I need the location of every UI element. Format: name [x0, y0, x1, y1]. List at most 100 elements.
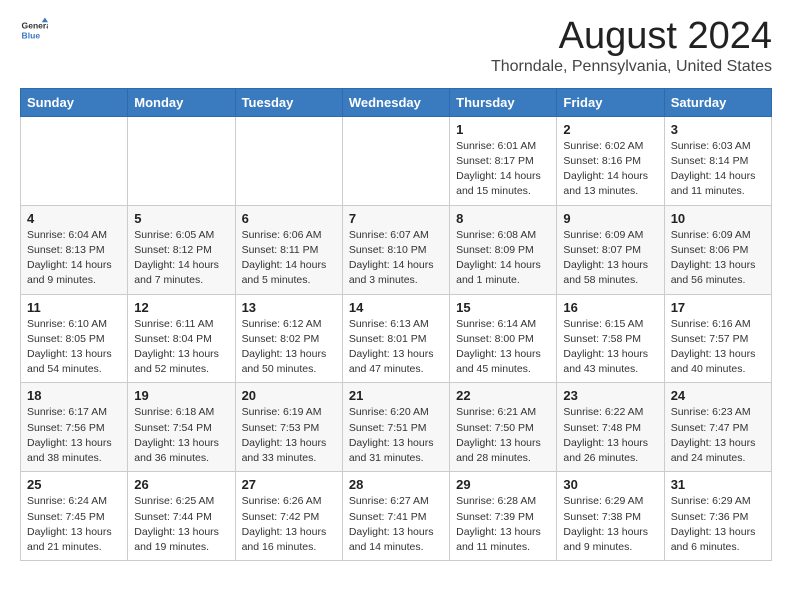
cell-content: Sunrise: 6:18 AMSunset: 7:54 PMDaylight:…: [134, 405, 228, 466]
day-number: 11: [27, 300, 121, 315]
calendar-cell: 14 Sunrise: 6:13 AMSunset: 8:01 PMDayligh…: [342, 294, 449, 383]
cell-content: Sunrise: 6:06 AMSunset: 8:11 PMDaylight:…: [242, 228, 336, 289]
calendar-cell: 24 Sunrise: 6:23 AMSunset: 7:47 PMDayligh…: [664, 383, 771, 472]
subtitle: Thorndale, Pennsylvania, United States: [491, 58, 772, 76]
day-number: 3: [671, 122, 765, 137]
calendar-cell: [21, 116, 128, 205]
day-number: 15: [456, 300, 550, 315]
day-number: 25: [27, 477, 121, 492]
header-day-wednesday: Wednesday: [342, 88, 449, 116]
header-day-friday: Friday: [557, 88, 664, 116]
day-number: 19: [134, 388, 228, 403]
main-title: August 2024: [491, 16, 772, 58]
calendar-cell: 18 Sunrise: 6:17 AMSunset: 7:56 PMDayligh…: [21, 383, 128, 472]
day-number: 13: [242, 300, 336, 315]
cell-content: Sunrise: 6:11 AMSunset: 8:04 PMDaylight:…: [134, 317, 228, 378]
logo-icon: General Blue: [20, 16, 48, 44]
calendar-cell: 28 Sunrise: 6:27 AMSunset: 7:41 PMDayligh…: [342, 472, 449, 561]
day-number: 17: [671, 300, 765, 315]
cell-content: Sunrise: 6:10 AMSunset: 8:05 PMDaylight:…: [27, 317, 121, 378]
day-number: 18: [27, 388, 121, 403]
calendar-body: 1Sunrise: 6:01 AMSunset: 8:17 PMDaylight…: [21, 116, 772, 560]
calendar-cell: 3 Sunrise: 6:03 AMSunset: 8:14 PMDaylight…: [664, 116, 771, 205]
calendar-cell: 27Sunrise: 6:26 AMSunset: 7:42 PMDayligh…: [235, 472, 342, 561]
day-number: 10: [671, 211, 765, 226]
week-row-4: 18 Sunrise: 6:17 AMSunset: 7:56 PMDayligh…: [21, 383, 772, 472]
day-number: 2: [563, 122, 657, 137]
calendar-cell: 13 Sunrise: 6:12 AMSunset: 8:02 PMDayligh…: [235, 294, 342, 383]
calendar-cell: 16Sunrise: 6:15 AMSunset: 7:58 PMDayligh…: [557, 294, 664, 383]
cell-content: Sunrise: 6:25 AMSunset: 7:44 PMDaylight:…: [134, 494, 228, 555]
calendar-cell: 7 Sunrise: 6:07 AMSunset: 8:10 PMDaylight…: [342, 205, 449, 294]
cell-content: Sunrise: 6:12 AMSunset: 8:02 PMDaylight:…: [242, 317, 336, 378]
day-number: 22: [456, 388, 550, 403]
calendar-cell: 23 Sunrise: 6:22 AMSunset: 7:48 PMDayligh…: [557, 383, 664, 472]
calendar-cell: [128, 116, 235, 205]
cell-content: Sunrise: 6:15 AMSunset: 7:58 PMDaylight:…: [563, 317, 657, 378]
calendar-cell: 10 Sunrise: 6:09 AMSunset: 8:06 PMDayligh…: [664, 205, 771, 294]
cell-content: Sunrise: 6:20 AMSunset: 7:51 PMDaylight:…: [349, 405, 443, 466]
cell-content: Sunrise: 6:07 AMSunset: 8:10 PMDaylight:…: [349, 228, 443, 289]
week-row-3: 11 Sunrise: 6:10 AMSunset: 8:05 PMDayligh…: [21, 294, 772, 383]
calendar-cell: 11 Sunrise: 6:10 AMSunset: 8:05 PMDayligh…: [21, 294, 128, 383]
day-number: 1: [456, 122, 550, 137]
calendar-header: SundayMondayTuesdayWednesdayThursdayFrid…: [21, 88, 772, 116]
cell-content: Sunrise: 6:05 AMSunset: 8:12 PMDaylight:…: [134, 228, 228, 289]
cell-content: Sunrise: 6:09 AMSunset: 8:06 PMDaylight:…: [671, 228, 765, 289]
day-number: 26: [134, 477, 228, 492]
calendar-table: SundayMondayTuesdayWednesdayThursdayFrid…: [20, 88, 772, 561]
cell-content: Sunrise: 6:21 AMSunset: 7:50 PMDaylight:…: [456, 405, 550, 466]
day-number: 5: [134, 211, 228, 226]
calendar-cell: 20Sunrise: 6:19 AMSunset: 7:53 PMDayligh…: [235, 383, 342, 472]
day-number: 14: [349, 300, 443, 315]
cell-content: Sunrise: 6:17 AMSunset: 7:56 PMDaylight:…: [27, 405, 121, 466]
cell-content: Sunrise: 6:16 AMSunset: 7:57 PMDaylight:…: [671, 317, 765, 378]
calendar-cell: 15Sunrise: 6:14 AMSunset: 8:00 PMDayligh…: [450, 294, 557, 383]
cell-content: Sunrise: 6:13 AMSunset: 8:01 PMDaylight:…: [349, 317, 443, 378]
svg-text:Blue: Blue: [22, 31, 41, 41]
cell-content: Sunrise: 6:24 AMSunset: 7:45 PMDaylight:…: [27, 494, 121, 555]
week-row-5: 25 Sunrise: 6:24 AMSunset: 7:45 PMDayligh…: [21, 472, 772, 561]
header-day-sunday: Sunday: [21, 88, 128, 116]
calendar-cell: 21Sunrise: 6:20 AMSunset: 7:51 PMDayligh…: [342, 383, 449, 472]
cell-content: Sunrise: 6:19 AMSunset: 7:53 PMDaylight:…: [242, 405, 336, 466]
cell-content: Sunrise: 6:23 AMSunset: 7:47 PMDaylight:…: [671, 405, 765, 466]
day-number: 30: [563, 477, 657, 492]
calendar-cell: 19 Sunrise: 6:18 AMSunset: 7:54 PMDayligh…: [128, 383, 235, 472]
calendar-cell: 12 Sunrise: 6:11 AMSunset: 8:04 PMDayligh…: [128, 294, 235, 383]
calendar-cell: 2Sunrise: 6:02 AMSunset: 8:16 PMDaylight…: [557, 116, 664, 205]
day-number: 23: [563, 388, 657, 403]
calendar-cell: 30 Sunrise: 6:29 AMSunset: 7:38 PMDayligh…: [557, 472, 664, 561]
cell-content: Sunrise: 6:29 AMSunset: 7:36 PMDaylight:…: [671, 494, 765, 555]
calendar-cell: 5 Sunrise: 6:05 AMSunset: 8:12 PMDaylight…: [128, 205, 235, 294]
header: General Blue August 2024 Thorndale, Penn…: [20, 16, 772, 76]
calendar-cell: 17 Sunrise: 6:16 AMSunset: 7:57 PMDayligh…: [664, 294, 771, 383]
day-number: 24: [671, 388, 765, 403]
calendar-cell: 9 Sunrise: 6:09 AMSunset: 8:07 PMDaylight…: [557, 205, 664, 294]
day-number: 9: [563, 211, 657, 226]
day-number: 6: [242, 211, 336, 226]
header-day-tuesday: Tuesday: [235, 88, 342, 116]
day-number: 31: [671, 477, 765, 492]
day-number: 12: [134, 300, 228, 315]
calendar-cell: 29Sunrise: 6:28 AMSunset: 7:39 PMDayligh…: [450, 472, 557, 561]
cell-content: Sunrise: 6:04 AMSunset: 8:13 PMDaylight:…: [27, 228, 121, 289]
cell-content: Sunrise: 6:27 AMSunset: 7:41 PMDaylight:…: [349, 494, 443, 555]
header-day-monday: Monday: [128, 88, 235, 116]
cell-content: Sunrise: 6:03 AMSunset: 8:14 PMDaylight:…: [671, 139, 765, 200]
calendar-cell: 6 Sunrise: 6:06 AMSunset: 8:11 PMDaylight…: [235, 205, 342, 294]
cell-content: Sunrise: 6:29 AMSunset: 7:38 PMDaylight:…: [563, 494, 657, 555]
logo: General Blue: [20, 16, 48, 44]
day-number: 28: [349, 477, 443, 492]
cell-content: Sunrise: 6:22 AMSunset: 7:48 PMDaylight:…: [563, 405, 657, 466]
header-day-saturday: Saturday: [664, 88, 771, 116]
calendar-cell: 26 Sunrise: 6:25 AMSunset: 7:44 PMDayligh…: [128, 472, 235, 561]
cell-content: Sunrise: 6:09 AMSunset: 8:07 PMDaylight:…: [563, 228, 657, 289]
calendar-cell: [342, 116, 449, 205]
week-row-1: 1Sunrise: 6:01 AMSunset: 8:17 PMDaylight…: [21, 116, 772, 205]
day-number: 7: [349, 211, 443, 226]
cell-content: Sunrise: 6:26 AMSunset: 7:42 PMDaylight:…: [242, 494, 336, 555]
page-wrapper: General Blue August 2024 Thorndale, Penn…: [20, 16, 772, 561]
calendar-cell: 22 Sunrise: 6:21 AMSunset: 7:50 PMDayligh…: [450, 383, 557, 472]
day-number: 4: [27, 211, 121, 226]
